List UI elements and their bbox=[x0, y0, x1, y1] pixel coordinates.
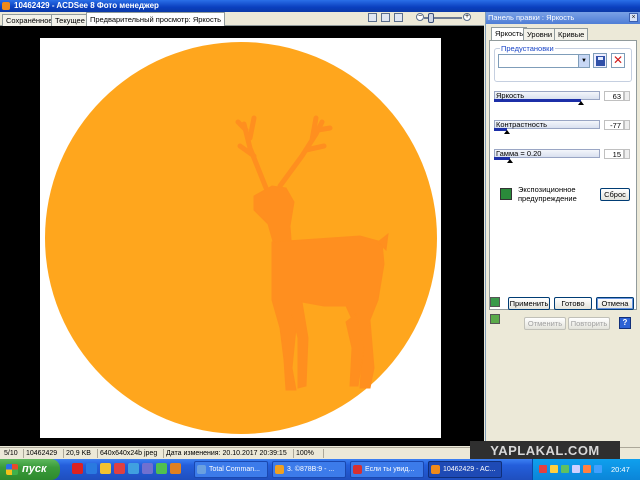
brightness-slider[interactable]: Яркость 63 bbox=[494, 91, 632, 105]
acdsee-app-icon bbox=[2, 2, 10, 10]
done-button[interactable]: Готово bbox=[554, 297, 592, 310]
tab-brightness[interactable]: Яркость bbox=[491, 27, 528, 40]
zoom-out-icon[interactable]: − bbox=[416, 13, 424, 21]
task-label: Total Comman... bbox=[209, 466, 260, 473]
messenger-icon[interactable] bbox=[128, 463, 139, 474]
title-bar: 10462429 - ACDSee 8 Фото менеджер bbox=[0, 0, 640, 12]
media-icon[interactable] bbox=[114, 463, 125, 474]
gamma-label: Гамма = 0.20 bbox=[496, 149, 542, 158]
watermark: YAPLAKAL.COM bbox=[470, 441, 620, 461]
cancel-button[interactable]: Отмена bbox=[596, 297, 634, 310]
compare-icon[interactable] bbox=[490, 297, 500, 307]
preview-image bbox=[45, 42, 437, 434]
status-index: 5/10 bbox=[2, 449, 24, 458]
windows-flag-icon bbox=[6, 464, 18, 475]
orange-app-icon[interactable] bbox=[170, 463, 181, 474]
panel-close-icon[interactable]: × bbox=[629, 13, 638, 22]
start-label: пуск bbox=[22, 463, 47, 475]
brightness-slider-thumb[interactable] bbox=[578, 101, 584, 105]
tray-antivirus-icon[interactable] bbox=[539, 465, 547, 473]
image-viewer[interactable] bbox=[0, 26, 484, 446]
refresh-icon[interactable] bbox=[490, 314, 500, 324]
chevron-down-icon[interactable]: ▼ bbox=[578, 55, 589, 67]
gamma-value[interactable]: 15 bbox=[604, 149, 624, 159]
contrast-label: Контрастность bbox=[496, 120, 548, 129]
status-filesize: 20,9 KB bbox=[64, 449, 98, 458]
fit-view-icon[interactable] bbox=[368, 13, 377, 22]
task-acdsee[interactable]: 10462429 - AC... bbox=[428, 461, 502, 478]
status-zoom: 100% bbox=[294, 449, 324, 458]
zoom-in-icon[interactable]: + bbox=[463, 13, 471, 21]
taskbar: пуск Total Comman... 3. ©878В:9 - ... Ес… bbox=[0, 459, 640, 480]
delete-x-icon: ✕ bbox=[612, 53, 624, 67]
tab-saved[interactable]: Сохранённое bbox=[2, 14, 57, 26]
zoom-slider-thumb[interactable] bbox=[428, 13, 434, 23]
task-document[interactable]: 3. ©878В:9 - ... bbox=[272, 461, 346, 478]
task-total-commander[interactable]: Total Comman... bbox=[194, 461, 268, 478]
delete-preset-button[interactable]: ✕ bbox=[611, 53, 625, 68]
clock: 20:47 bbox=[611, 465, 630, 474]
panel-title: Панель правки : Яркость bbox=[486, 12, 640, 24]
tab-curves[interactable]: Кривые bbox=[554, 28, 589, 40]
opera-icon[interactable] bbox=[72, 463, 83, 474]
task-opera[interactable]: Если ты увид... bbox=[350, 461, 424, 478]
preset-select[interactable]: ▼ bbox=[498, 54, 590, 68]
tray-update-icon[interactable] bbox=[561, 465, 569, 473]
presets-label: Предустановки bbox=[500, 44, 555, 53]
help-icon[interactable]: ? bbox=[619, 317, 631, 329]
status-filename: 10462429 bbox=[24, 449, 64, 458]
opera-icon bbox=[353, 465, 362, 474]
task-label: 10462429 - AC... bbox=[443, 466, 496, 473]
brightness-tab-body: Предустановки ▼ ✕ Яркость 63 Контрастнос… bbox=[489, 40, 637, 310]
app-icon[interactable] bbox=[142, 463, 153, 474]
ie-icon[interactable] bbox=[86, 463, 97, 474]
split-view-icon[interactable] bbox=[381, 13, 390, 22]
green-app-icon[interactable] bbox=[156, 463, 167, 474]
gamma-slider[interactable]: Гамма = 0.20 15 bbox=[494, 149, 632, 163]
apply-button[interactable]: Применить bbox=[508, 297, 550, 310]
redo-button[interactable]: Повторить bbox=[568, 317, 610, 330]
orange-circle bbox=[45, 42, 437, 434]
save-preset-button[interactable] bbox=[593, 53, 607, 68]
start-button[interactable]: пуск bbox=[0, 459, 60, 480]
app-window: 10462429 - ACDSee 8 Фото менеджер Сохран… bbox=[0, 0, 640, 480]
contrast-slider[interactable]: Контрастность -77 bbox=[494, 120, 632, 134]
floppy-disk-icon bbox=[596, 56, 605, 66]
exposure-warning-icon[interactable] bbox=[500, 188, 512, 200]
tray-app-icon[interactable] bbox=[583, 465, 591, 473]
contrast-value[interactable]: -77 bbox=[604, 120, 624, 130]
tray-volume-icon[interactable] bbox=[572, 465, 580, 473]
undo-button[interactable]: Отменить bbox=[524, 317, 566, 330]
contrast-slider-thumb[interactable] bbox=[504, 130, 510, 134]
gamma-spin-icon[interactable] bbox=[624, 149, 630, 159]
reset-button[interactable]: Сброс bbox=[600, 188, 630, 201]
tab-levels[interactable]: Уровни bbox=[523, 28, 557, 40]
tab-preview[interactable]: Предварительный просмотр: Яркость bbox=[86, 12, 226, 26]
status-dimensions: 640x640x24b jpeg bbox=[98, 449, 164, 458]
actual-size-icon[interactable] bbox=[394, 13, 403, 22]
image-canvas bbox=[40, 38, 441, 438]
acdsee-icon bbox=[431, 465, 440, 474]
viewer-tabs-bar: Сохранённое Текущее Предварительный прос… bbox=[0, 12, 484, 26]
task-label: 3. ©878В:9 - ... bbox=[287, 466, 335, 473]
window-title: 10462429 - ACDSee 8 Фото менеджер bbox=[14, 1, 159, 10]
gamma-slider-thumb[interactable] bbox=[507, 159, 513, 163]
brightness-label: Яркость bbox=[496, 91, 525, 100]
exposure-warning-label: Экспозиционное предупреждение bbox=[518, 185, 577, 203]
brightness-value[interactable]: 63 bbox=[604, 91, 624, 101]
tray-network-icon[interactable] bbox=[550, 465, 558, 473]
task-label: Если ты увид... bbox=[365, 466, 415, 473]
contrast-spin-icon[interactable] bbox=[624, 120, 630, 130]
edit-panel: Панель правки : Яркость × Яркость Уровни… bbox=[485, 12, 640, 446]
tab-current[interactable]: Текущее bbox=[51, 14, 89, 26]
document-icon bbox=[275, 465, 284, 474]
brightness-spin-icon[interactable] bbox=[624, 91, 630, 101]
status-modified: Дата изменения: 20.10.2017 20:39:15 bbox=[164, 449, 294, 458]
total-commander-icon bbox=[197, 465, 206, 474]
tray-lang-icon[interactable] bbox=[594, 465, 602, 473]
folder-icon[interactable] bbox=[100, 463, 111, 474]
